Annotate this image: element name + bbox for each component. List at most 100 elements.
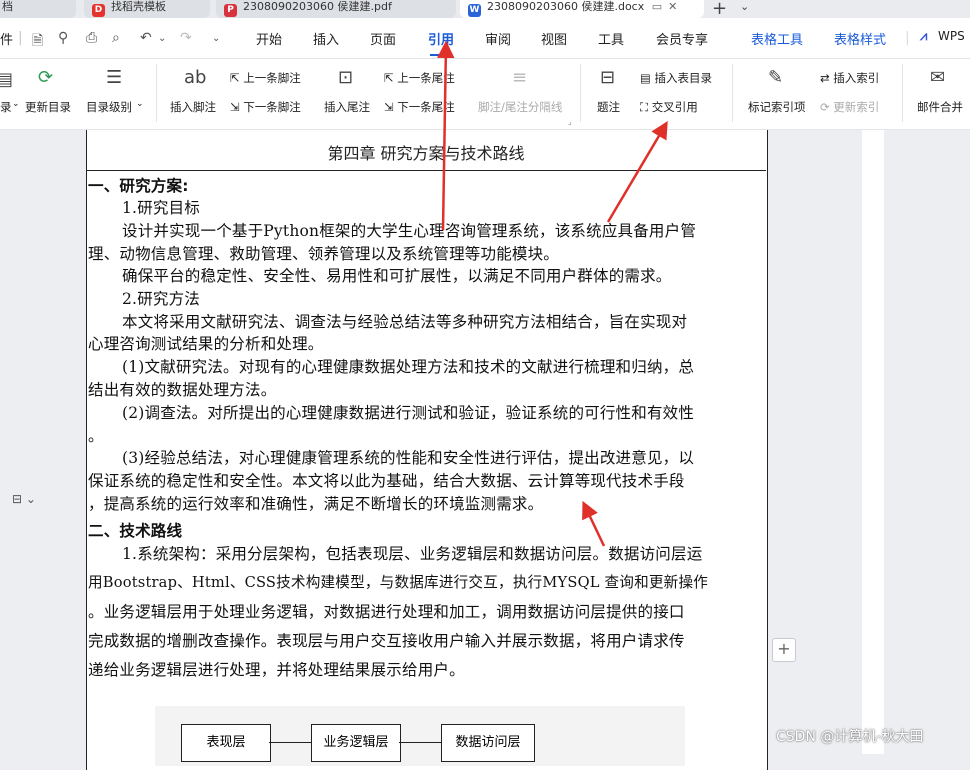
insert-footnote-button[interactable]: 插入脚注 bbox=[170, 99, 216, 115]
insert-endnote-button[interactable]: 插入尾注 bbox=[324, 99, 370, 115]
ribbon-references: ▤ 录 ⌄ ⟳ 更新目录 ☰ 目录级别 ⌄ ab 插入脚注 ⇱ 上一条脚注 ⇲ … bbox=[0, 59, 970, 130]
more-icon[interactable]: ⌄ bbox=[212, 33, 220, 44]
redo-icon[interactable]: ↷ bbox=[180, 30, 192, 46]
mark-index-icon: ✎ bbox=[768, 67, 784, 88]
tab-docer[interactable]: D 找稻壳模板 bbox=[84, 0, 210, 18]
watermark: CSDN @计算机-秋大田 bbox=[776, 729, 924, 745]
cross-reference-label: 交叉引用 bbox=[651, 100, 698, 114]
tab-generic[interactable]: 档 bbox=[0, 0, 76, 18]
menu-references[interactable]: 引用 bbox=[428, 29, 454, 56]
architecture-diagram: 表现层 业务逻辑层 数据访问层 bbox=[155, 706, 685, 766]
diagram-box-data-access: 数据访问层 bbox=[441, 724, 535, 762]
chevron-down-icon[interactable]: ⌄ bbox=[12, 99, 20, 109]
prev-footnote-button[interactable]: ⇱ 上一条脚注 bbox=[230, 70, 301, 86]
menu-layout[interactable]: 页面 bbox=[370, 29, 396, 48]
close-icon[interactable]: ✕ bbox=[668, 0, 677, 13]
divider: | bbox=[905, 30, 910, 46]
wps-ai-label[interactable]: WPS bbox=[938, 29, 965, 43]
divider bbox=[580, 64, 581, 122]
word-icon: W bbox=[468, 4, 481, 17]
cross-reference-button[interactable]: ⛶ 交叉引用 bbox=[640, 99, 698, 115]
insert-footnote-icon: ab bbox=[184, 67, 207, 88]
paragraph-line: (3)经验总结法，对心理健康管理系统的性能和安全性进行评估，提出改进意见，以 bbox=[122, 449, 695, 467]
toc-button-cut[interactable]: 录 bbox=[0, 99, 12, 115]
chevron-down-icon[interactable]: ⌄ bbox=[740, 0, 749, 13]
divider bbox=[156, 64, 157, 122]
divider: | bbox=[18, 30, 23, 46]
paragraph-line: 设计并实现一个基于Python框架的大学生心理咨询管理系统，该系统应具备用户管 bbox=[122, 222, 697, 240]
separator-line-button[interactable]: 脚注/尾注分隔线 bbox=[478, 99, 562, 115]
menu-table-style[interactable]: 表格样式 bbox=[834, 29, 886, 48]
paragraph-line: 1.系统架构：采用分层架构，包括表现层、业务逻辑层和数据访问层。数据访问层运 bbox=[122, 545, 703, 563]
add-row-button[interactable]: + bbox=[772, 638, 796, 662]
mark-index-button[interactable]: 标记索引项 bbox=[748, 99, 806, 115]
insert-toc-table-button[interactable]: ▤ 插入表目录 bbox=[640, 70, 712, 86]
docer-icon: D bbox=[92, 4, 105, 17]
link-icon[interactable]: ⚲ bbox=[58, 30, 68, 46]
file-menu-cut[interactable]: 件 bbox=[0, 29, 13, 48]
menu-review[interactable]: 审阅 bbox=[485, 29, 511, 48]
caption-icon: ⊟ bbox=[600, 67, 616, 88]
diagram-box-presentation: 表现层 bbox=[181, 724, 271, 762]
print-icon[interactable]: ⎙ bbox=[86, 30, 97, 46]
diagram-box-business: 业务逻辑层 bbox=[311, 724, 401, 762]
menu-view[interactable]: 视图 bbox=[541, 29, 567, 48]
paragraph-line: 保证系统的稳定性和安全性。本文将以此为基础，结合大数据、云计算等现代技术手段 bbox=[88, 472, 685, 490]
menu-table-tools[interactable]: 表格工具 bbox=[751, 29, 803, 48]
update-toc-button[interactable]: 更新目录 bbox=[25, 99, 71, 115]
paragraph-line: (2)调查法。对所提出的心理健康数据进行测试和验证，验证系统的可行性和有效性 bbox=[122, 404, 695, 422]
toc-icon[interactable]: ▤ bbox=[0, 69, 13, 90]
table-header-cell: 第四章 研究方案与技术路线 bbox=[86, 130, 766, 171]
prev-endnote-button[interactable]: ⇱ 上一条尾注 bbox=[384, 70, 455, 86]
caption-button[interactable]: 题注 bbox=[597, 99, 620, 115]
diagram-connector bbox=[269, 742, 311, 743]
divider bbox=[902, 64, 903, 122]
wps-ai-icon[interactable]: ⩘ bbox=[920, 29, 927, 44]
print-preview-icon[interactable]: ⌕ bbox=[112, 30, 120, 46]
paragraph-line: 心理咨询测试结果的分析和处理。 bbox=[88, 335, 324, 353]
update-index-button[interactable]: ⟳ 更新索引 bbox=[820, 99, 879, 115]
paragraph-line: 1.研究目标 bbox=[122, 199, 200, 217]
paragraph-line: 。 bbox=[88, 427, 104, 445]
tab-pdf[interactable]: P 2308090203060 侯建建.pdf bbox=[216, 0, 456, 18]
paragraph-line: 用Bootstrap、Html、CSS技术构建模型，与数据库进行交互，执行MYS… bbox=[88, 574, 709, 591]
heading-research-plan: 一、研究方案: bbox=[88, 177, 189, 195]
tab-label: 找稻壳模板 bbox=[111, 0, 166, 13]
tab-label: 2308090203060 侯建建.docx bbox=[487, 0, 645, 13]
next-endnote-label: 下一条尾注 bbox=[397, 100, 455, 114]
next-footnote-label: 下一条脚注 bbox=[243, 100, 301, 114]
menu-member[interactable]: 会员专享 bbox=[656, 29, 708, 48]
save-icon[interactable]: 🗎 bbox=[32, 30, 43, 54]
diagram-connector bbox=[399, 742, 441, 743]
paragraph-line: 完成数据的增删改查操作。表现层与用户交互接收用户输入并展示数据，将用户请求传 bbox=[88, 632, 685, 650]
mail-merge-button[interactable]: 邮件合并 bbox=[917, 99, 963, 115]
divider bbox=[732, 64, 733, 122]
paragraph-line: 。业务逻辑层用于处理业务逻辑，对数据进行处理和加工，调用数据访问层提供的接口 bbox=[88, 603, 685, 621]
toc-level-icon: ☰ bbox=[106, 67, 123, 88]
insert-index-button[interactable]: ⇄ 插入索引 bbox=[820, 70, 879, 86]
update-toc-icon: ⟳ bbox=[38, 67, 54, 88]
tab-label: 档 bbox=[2, 0, 13, 13]
next-endnote-button[interactable]: ⇲ 下一条尾注 bbox=[384, 99, 455, 115]
menu-home[interactable]: 开始 bbox=[256, 29, 282, 48]
undo-icon[interactable]: ↶ bbox=[140, 30, 152, 46]
dialog-launcher-icon[interactable]: ⌟ bbox=[568, 117, 572, 126]
paragraph-line: 递给业务逻辑层进行处理，并将处理结果展示给用户。 bbox=[88, 661, 465, 679]
scroll-strip[interactable] bbox=[862, 130, 884, 754]
chevron-down-icon[interactable]: ⌄ bbox=[158, 33, 166, 44]
new-tab-button[interactable]: + bbox=[712, 0, 727, 19]
chevron-down-icon[interactable]: ⌄ bbox=[136, 99, 144, 109]
table-handle-icon[interactable]: ⊟ ⌄ bbox=[12, 492, 48, 510]
next-footnote-button[interactable]: ⇲ 下一条脚注 bbox=[230, 99, 301, 115]
separator-line-icon: ≡ bbox=[512, 67, 528, 88]
paragraph-line: 理、动物信息管理、救助管理、领养管理以及系统管理等功能模块。 bbox=[88, 245, 560, 263]
paragraph-line: 本文将采用文献研究法、调查法与经验总结法等多种研究方法相结合，旨在实现对 bbox=[122, 313, 688, 331]
paragraph-line: 2.研究方法 bbox=[122, 290, 200, 308]
insert-index-label: 插入索引 bbox=[833, 71, 880, 85]
menu-insert[interactable]: 插入 bbox=[313, 29, 339, 48]
toc-level-button[interactable]: 目录级别 bbox=[86, 99, 132, 115]
tab-word-active[interactable]: W 2308090203060 侯建建.docx ▭ ✕ bbox=[460, 0, 704, 18]
paragraph-line: 结出有效的数据处理方法。 bbox=[88, 381, 277, 399]
menu-tools[interactable]: 工具 bbox=[598, 29, 624, 48]
monitor-icon: ▭ bbox=[651, 0, 663, 13]
